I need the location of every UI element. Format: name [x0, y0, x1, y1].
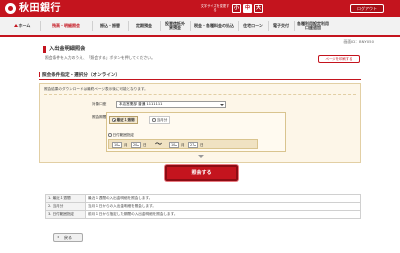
note-key: 2. 当月分	[45, 202, 86, 211]
to-day-value: 27	[190, 143, 195, 147]
nav-investment-label: 投資信託外貨預金	[165, 20, 185, 30]
nav-transfer-label: 振込・振替	[100, 22, 120, 28]
nav-home[interactable]: ホーム	[4, 17, 40, 35]
option-date-range[interactable]: 日付範囲指定	[108, 133, 134, 138]
font-size-large-button[interactable]: 大	[254, 4, 263, 13]
nav-deposit[interactable]: 定期預金	[128, 17, 160, 35]
option-current-month[interactable]: 当月分	[149, 116, 171, 124]
day-unit: 日	[143, 143, 147, 147]
screen-id: 画面ID：BNY050	[343, 39, 374, 44]
logout-button[interactable]: ログアウト	[350, 4, 384, 13]
nav-investment[interactable]: 投資信託外貨預金	[160, 17, 190, 35]
to-month-select[interactable]: 10	[169, 142, 179, 148]
notes-table: 1. 最近１週間 最近１週間の入出金明細を照会します。 2. 当月分 当月１日か…	[45, 194, 361, 219]
back-button[interactable]: 戻る	[53, 233, 83, 242]
nav-housing-loan-label: 住宅ローン	[243, 22, 263, 28]
from-day-select[interactable]: 20	[131, 142, 141, 148]
nav-balance[interactable]: 残高・明細照会	[40, 17, 92, 35]
font-size-label: 文字サイズを変更する	[200, 4, 230, 12]
table-row: 2. 当月分 当月１日からの入出金明細を照会します。	[45, 202, 361, 211]
nav-payment-label: 税金・各種料金の払込	[194, 22, 234, 28]
arrow-down-icon	[198, 155, 204, 158]
month-unit: 月	[124, 143, 128, 147]
search-submit-button[interactable]: 照会する	[165, 165, 238, 181]
note-value: 前月１日から指定した期間の入出金明細を照会します。	[85, 210, 361, 219]
radio-icon	[152, 118, 156, 122]
period-label: 照会期間	[92, 115, 107, 119]
nav-deposit-label: 定期預金	[136, 22, 152, 28]
month-unit: 月	[181, 143, 185, 147]
nav-transfer[interactable]: 振込・振替	[92, 17, 128, 35]
font-size-medium-button[interactable]: 中	[243, 4, 252, 13]
bank-logo-icon	[5, 3, 16, 14]
home-icon	[13, 23, 18, 27]
section-marker	[39, 72, 40, 77]
global-nav: ホーム 残高・明細照会 振込・振替 定期預金 投資信託外貨預金 税金・各種料金の…	[0, 17, 400, 37]
range-tilde: 〜	[155, 140, 162, 148]
to-day-select[interactable]: 27	[188, 142, 198, 148]
search-form-panel: 照会結果のダウンロードは最終ページ表示後に可能となります。 対象口座 本店営業部…	[39, 83, 361, 163]
account-label: 対象口座	[92, 102, 107, 106]
nav-housing-loan[interactable]: 住宅ローン	[238, 17, 268, 35]
section-title: 照会条件指定・選択分（オンライン）	[39, 72, 361, 80]
nav-e-delivery[interactable]: 電子交付	[268, 17, 294, 35]
bank-logo[interactable]: 秋田銀行	[5, 2, 61, 15]
nav-e-delivery-label: 電子交付	[273, 22, 289, 28]
divider	[44, 94, 356, 95]
nav-settings-label: 各種利用設定利用口座追加	[297, 20, 329, 30]
day-unit: 日	[200, 143, 204, 147]
table-row: 1. 最近１週間 最近１週間の入出金明細を照会します。	[45, 194, 361, 203]
note-key: 1. 最近１週間	[45, 194, 86, 203]
note-key: 3. 日付範囲指定	[45, 210, 86, 219]
bank-name: 秋田銀行	[19, 3, 61, 14]
option-date-range-label: 日付範囲指定	[112, 133, 135, 137]
page-title-block: 入出金明細照会	[43, 46, 361, 53]
print-page-button[interactable]: ページを印刷する	[318, 55, 360, 63]
chevron-down-icon	[220, 103, 224, 106]
radio-icon	[108, 133, 112, 137]
note-value: 当月１日からの入出金明細を照会します。	[85, 202, 361, 211]
radio-icon	[112, 118, 116, 122]
to-month-value: 10	[171, 143, 176, 147]
nav-payment[interactable]: 税金・各種料金の払込	[190, 17, 238, 35]
account-select[interactable]: 本店営業部 普通 1111111	[116, 101, 226, 108]
header-bar: 秋田銀行 文字サイズを変更する 小 中 大 ログアウト	[0, 0, 400, 17]
note-value: 最近１週間の入出金明細を照会します。	[85, 194, 361, 203]
nav-home-label: ホーム	[18, 22, 31, 28]
from-day-value: 20	[133, 143, 138, 147]
download-note: 照会結果のダウンロードは最終ページ表示後に可能となります。	[44, 87, 148, 91]
nav-settings[interactable]: 各種利用設定利用口座追加	[294, 17, 332, 35]
page-title: 入出金明細照会	[49, 46, 86, 52]
option-recent-week[interactable]: 最近１週間	[109, 116, 138, 124]
date-range-bar: 10 月 20 日 〜 10 月 27 日	[108, 139, 258, 149]
from-month-value: 10	[114, 143, 119, 147]
option-current-month-label: 当月分	[156, 118, 168, 122]
font-size-small-button[interactable]: 小	[232, 4, 241, 13]
option-recent-week-label: 最近１週間	[116, 118, 135, 122]
account-select-value: 本店営業部 普通 1111111	[119, 102, 163, 106]
from-month-select[interactable]: 10	[112, 142, 122, 148]
page-description: 照会条件を入力のうえ、「照会する」ボタンを押してください。	[45, 55, 155, 60]
nav-balance-label: 残高・明細照会	[52, 22, 80, 28]
section-title-text: 照会条件指定・選択分（オンライン）	[42, 73, 121, 78]
table-row: 3. 日付範囲指定 前月１日から指定した期間の入出金明細を照会します。	[45, 210, 361, 219]
